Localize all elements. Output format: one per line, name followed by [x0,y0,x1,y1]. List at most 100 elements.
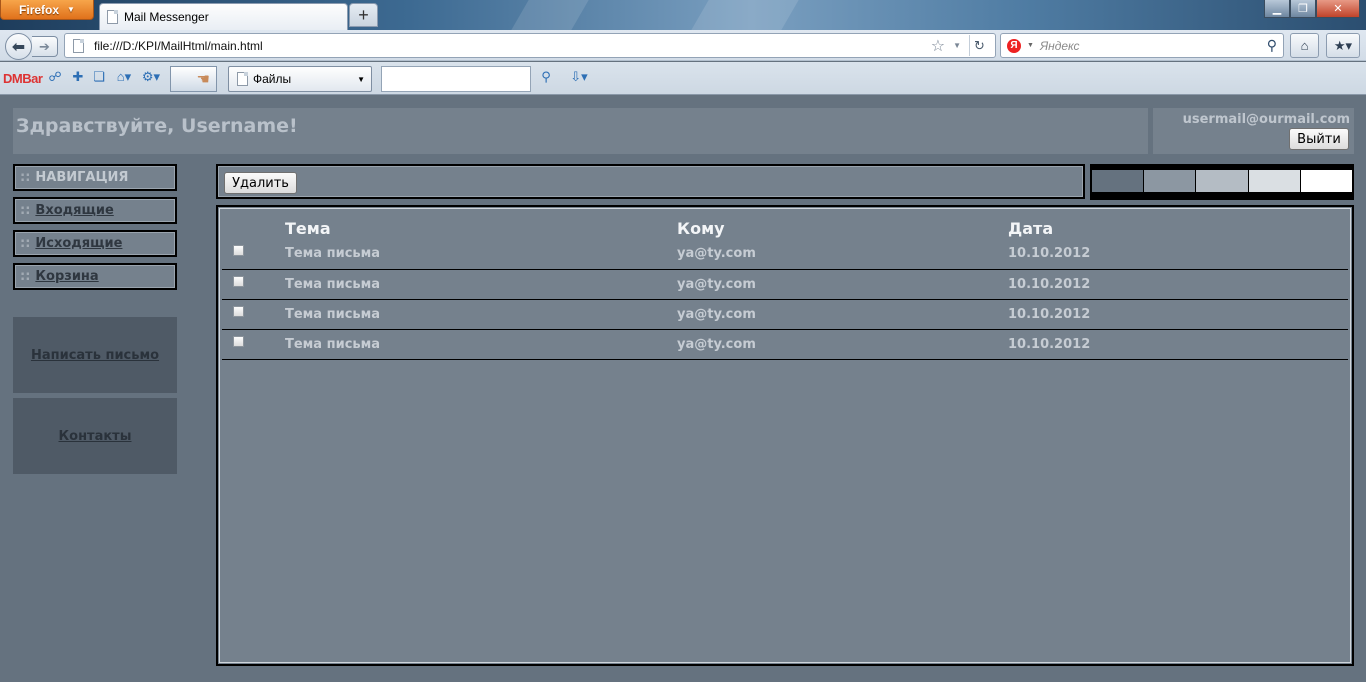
search-box[interactable]: Я ▼ Яндекс ⚲ [1000,33,1284,58]
user-panel: usermail@ourmail.com Выйти [1153,108,1354,154]
windows-icon[interactable]: ❏ [91,69,107,85]
chat-icon[interactable]: ☍ [47,69,63,85]
row-select-cell [222,269,285,300]
back-button[interactable]: ⬅ [5,33,32,60]
firefox-menu-label: Firefox [19,2,60,17]
page-icon [107,10,118,24]
mail-toolbar: Удалить [216,164,1085,199]
url-text: file:///D:/KPI/MailHtml/main.html [94,38,263,53]
color-swatch[interactable] [1144,170,1197,192]
row-subject[interactable]: Тема письма [285,269,677,300]
home-addon-icon[interactable]: ⌂▾ [113,69,135,85]
titlebar-decoration [511,0,589,30]
nav-title: НАВИГАЦИЯ [35,170,129,185]
settings-addon-icon[interactable]: ⚙▾ [140,69,162,85]
row-to: ya@ty.com [677,239,1008,270]
logout-button[interactable]: Выйти [1289,128,1349,150]
row-to: ya@ty.com [677,269,1008,300]
contacts-link[interactable]: Контакты [13,398,177,474]
chevron-down-icon: ▼ [67,5,75,14]
browser-navbar: ➔ ⬅ file:///D:/KPI/MailHtml/main.html ☆ … [0,30,1366,61]
chevron-down-icon[interactable]: ▼ [953,41,961,50]
sidebar-item-inbox[interactable]: :: Входящие [13,197,177,224]
bookmarks-menu-button[interactable]: ★▾ [1326,33,1360,58]
download-icon[interactable]: ⇩▾ [566,69,592,85]
table-row[interactable]: Тема письма ya@ty.com 10.10.2012 [222,329,1348,360]
row-select-cell [222,329,285,360]
zoom-search-icon[interactable]: ⚲ [538,69,554,85]
row-subject[interactable]: Тема письма [285,329,677,360]
forward-button[interactable]: ➔ [32,36,58,57]
greeting-panel: Здравствуйте, Username! [13,108,1148,154]
row-checkbox[interactable] [233,335,244,347]
greeting-title: Здравствуйте, Username! [16,115,298,137]
maximize-button[interactable]: ❐ [1290,0,1316,18]
color-swatch[interactable] [1196,170,1249,192]
search-icon[interactable]: ⚲ [1267,37,1277,54]
browser-titlebar: Firefox ▼ Mail Messenger + ▁ ❐ ✕ [0,0,1366,30]
row-subject[interactable]: Тема письма [285,239,677,270]
minimize-button[interactable]: ▁ [1264,0,1290,18]
sidebar-item-trash[interactable]: :: Корзина [13,263,177,290]
files-select[interactable]: Файлы ▼ [228,66,372,92]
yandex-icon: Я [1007,38,1021,53]
row-select-cell [222,239,285,270]
nav-bullet: :: [20,170,31,185]
files-select-label: Файлы [253,72,292,86]
header-select [222,217,285,239]
browser-tab[interactable]: Mail Messenger [99,3,348,30]
addon-search-input[interactable] [381,66,531,92]
row-checkbox[interactable] [233,245,244,257]
header-to: Кому [677,218,725,238]
new-tab-button[interactable]: + [349,3,378,27]
dmbar-logo[interactable]: DMBar [3,71,43,86]
nav-bullet: :: [20,203,31,218]
user-email: usermail@ourmail.com [1182,112,1350,127]
minimize-icon: ▁ [1272,3,1282,15]
color-swatch[interactable] [1092,170,1145,192]
address-bar-actions: ☆ ▼ ↻ [931,35,995,56]
table-row[interactable]: Тема письма ya@ty.com 10.10.2012 [222,299,1348,330]
reload-button[interactable]: ↻ [969,35,989,56]
sidebar-item-outbox[interactable]: :: Исходящие [13,230,177,257]
row-subject[interactable]: Тема письма [285,299,677,330]
back-forward-group: ➔ ⬅ [5,33,58,60]
mail-table: Тема Кому Дата Тема письма ya@ty.com 10.… [222,217,1348,360]
row-checkbox[interactable] [233,275,244,287]
table-row[interactable]: Тема письма ya@ty.com 10.10.2012 [222,269,1348,300]
row-checkbox[interactable] [233,305,244,317]
row-date: 10.10.2012 [1008,299,1348,330]
chevron-down-icon: ▼ [357,74,365,84]
bookmarks-icon: ★▾ [1333,37,1353,53]
reload-icon: ↻ [974,37,985,53]
color-swatch[interactable] [1300,170,1353,192]
close-button[interactable]: ✕ [1316,0,1360,18]
close-icon: ✕ [1333,3,1343,15]
row-to: ya@ty.com [677,329,1008,360]
compose-link[interactable]: Написать письмо [13,317,177,393]
outbox-link[interactable]: Исходящие [35,236,122,251]
header-subject: Тема [285,218,331,238]
table-row[interactable]: Тема письма ya@ty.com 10.10.2012 [222,239,1348,270]
row-date: 10.10.2012 [1008,269,1348,300]
delete-button[interactable]: Удалить [224,172,297,194]
row-date: 10.10.2012 [1008,329,1348,360]
nav-bullet: :: [20,269,31,284]
plus-icon: + [358,4,369,25]
header-date: Дата [1008,218,1054,238]
home-button[interactable]: ⌂ [1290,33,1319,58]
chevron-down-icon[interactable]: ▼ [1027,42,1034,49]
addon-hand-button[interactable]: ☚ [170,66,217,92]
trash-link[interactable]: Корзина [35,269,98,284]
bookmark-star-icon[interactable]: ☆ [931,36,945,56]
restore-icon: ❐ [1298,3,1308,15]
address-bar[interactable]: file:///D:/KPI/MailHtml/main.html ☆ ▼ ↻ [64,33,996,58]
nav-bullet: :: [20,236,31,251]
color-swatch[interactable] [1248,170,1301,192]
file-icon [237,72,248,86]
mail-table-header: Тема Кому Дата [222,217,1348,239]
add-icon[interactable]: ✚ [70,69,86,85]
arrow-left-icon: ⬅ [11,38,26,56]
firefox-menu-button[interactable]: Firefox ▼ [0,0,94,20]
inbox-link[interactable]: Входящие [35,203,113,218]
